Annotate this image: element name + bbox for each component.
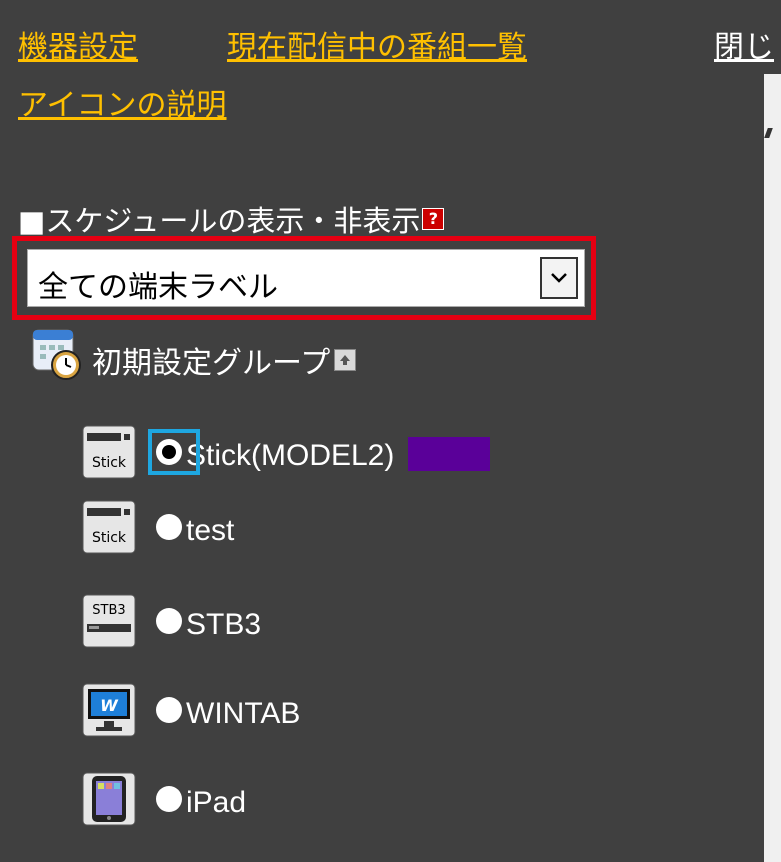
stick-icon: Stick	[82, 500, 136, 554]
device-label: test	[186, 514, 235, 547]
svg-text:Stick: Stick	[92, 455, 127, 471]
collapse-up-icon[interactable]	[334, 349, 357, 371]
wintab-icon: W	[82, 683, 136, 737]
icon-description-link[interactable]: アイコンの説明	[18, 80, 227, 124]
stb3-icon: STB3	[82, 594, 136, 648]
help-icon[interactable]: ?	[422, 208, 445, 230]
schedule-title-text: ■スケジュールの表示・非表示	[18, 204, 421, 238]
radio-focus-ring	[148, 429, 200, 475]
radio-stick-model2[interactable]	[148, 429, 200, 475]
stick-icon: Stick	[82, 425, 136, 479]
radio-ipad[interactable]	[156, 786, 182, 812]
highlight-frame: 全ての端末ラベル	[12, 236, 596, 320]
group-label: 初期設定グループ	[92, 346, 331, 381]
select-value: 全ての端末ラベル	[38, 270, 278, 305]
device-settings-link[interactable]: 機器設定	[18, 22, 138, 66]
radio-test[interactable]	[156, 514, 182, 540]
device-item-stick-model2: Stick Stick(MODEL2)	[82, 425, 491, 479]
device-label: iPad	[186, 786, 247, 819]
device-item-test: Stick test	[82, 500, 234, 554]
device-label: WINTAB	[186, 697, 301, 730]
schedule-section-title: ■スケジュールの表示・非表示 ?	[18, 198, 445, 240]
device-item-wintab: W WINTAB	[82, 683, 300, 737]
ipad-icon	[82, 772, 136, 826]
device-item-stb3: STB3 STB3	[82, 594, 261, 648]
right-panel	[764, 74, 781, 862]
svg-text:W: W	[100, 696, 119, 715]
group-row: 初期設定グループ	[32, 328, 357, 382]
device-item-ipad: iPad	[82, 772, 246, 826]
svg-text:STB3: STB3	[92, 603, 125, 618]
device-label: Stick(MODEL2)	[186, 439, 395, 472]
schedule-calendar-icon	[32, 329, 84, 381]
device-color-swatch	[408, 437, 491, 471]
radio-wintab[interactable]	[156, 697, 182, 723]
close-link[interactable]: 閉じ	[714, 22, 774, 66]
svg-text:Stick: Stick	[92, 530, 127, 546]
chevron-down-icon[interactable]	[540, 257, 578, 299]
terminal-label-select[interactable]: 全ての端末ラベル	[27, 249, 585, 307]
current-programs-link[interactable]: 現在配信中の番組一覧	[227, 22, 527, 66]
radio-stb3[interactable]	[156, 608, 182, 634]
panel-marker	[764, 128, 773, 138]
device-label: STB3	[186, 608, 262, 641]
